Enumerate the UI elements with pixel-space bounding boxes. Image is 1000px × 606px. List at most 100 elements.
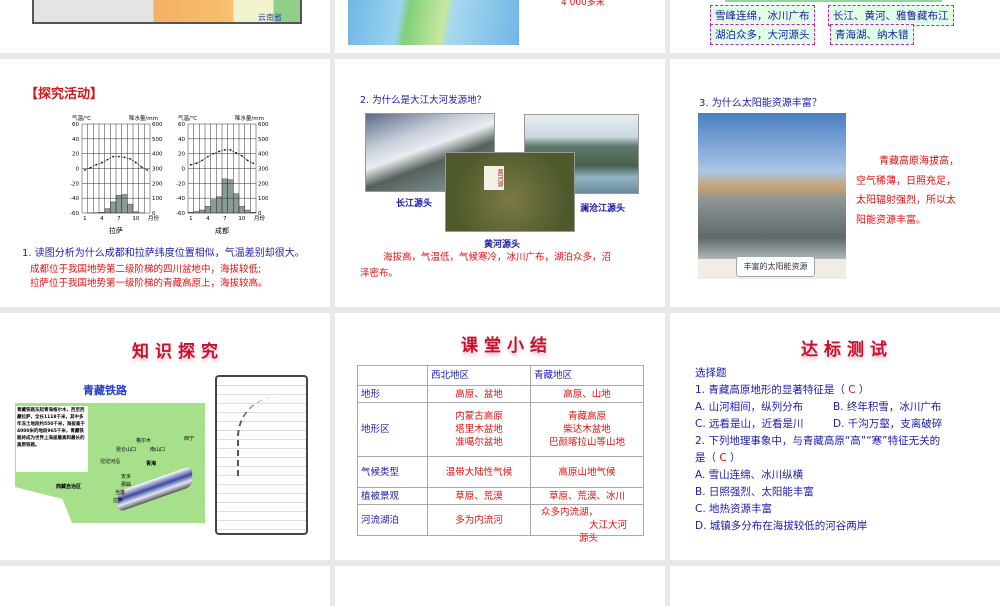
- cell-line: 青藏高原: [531, 410, 643, 423]
- question-text: 2. 为什么是大江大河发源地？: [360, 92, 486, 106]
- table-row: 地形区 内蒙古高原塔里木盆地准噶尔盆地 青藏高原柴达木盆地巴颜喀拉山等山地: [358, 403, 644, 457]
- precip-bar: [222, 179, 228, 213]
- feature-tag: 青海湖、纳木错: [830, 24, 914, 45]
- temp-tick-label: 60: [178, 122, 185, 128]
- slide-thumbnail-summary[interactable]: 课堂小结 西北地区青藏地区 地形高原、盆地高原、山地 地形区 内蒙古高原塔里木盆…: [335, 313, 665, 560]
- temperature-point: [213, 153, 215, 155]
- temperature-point: [112, 156, 114, 158]
- chart-title: 成都: [215, 226, 229, 235]
- place-label: 拉萨: [113, 497, 123, 504]
- temperature-point: [84, 169, 86, 171]
- temp-tick-label: 20: [72, 152, 79, 158]
- temperature-point: [241, 155, 243, 157]
- place-label: 青海: [146, 460, 156, 467]
- answer-line: 泽密布。: [360, 265, 398, 279]
- answer-line: 阳能资源丰富。: [856, 211, 926, 226]
- yellow-river-source-photo: 黄河源: [445, 152, 575, 232]
- precip-bar: [228, 180, 234, 213]
- temperature-point: [141, 166, 143, 168]
- temp-tick-label: -20: [176, 181, 185, 187]
- cell-line: 内蒙古高原: [428, 410, 530, 423]
- solar-panels-photo: 丰富的太阳能资源: [698, 113, 846, 279]
- feature-tag: 雪峰连绵，冰川广布: [710, 5, 815, 26]
- temp-tick-label: 0: [76, 167, 80, 173]
- question-text: 3. 为什么太阳能资源丰富？: [699, 94, 822, 109]
- cell: 多为内流河: [428, 505, 531, 536]
- temp-tick-label: 20: [178, 152, 185, 158]
- bracket: ）: [730, 452, 741, 464]
- row-label: 地形区: [358, 403, 428, 457]
- precip-tick-label: 600: [152, 122, 163, 128]
- question-1: 1. 青藏高原地形的显著特征是（ C ）: [695, 382, 942, 399]
- right-axis-label: 降水量/mm: [235, 114, 264, 122]
- precip-bar: [199, 210, 205, 213]
- cell: 众多内流湖，大江大河源头: [531, 505, 644, 536]
- answer-line: 海拔高，气温低，气候寒冷，冰川广布，湖泊众多，沼: [383, 249, 611, 263]
- precip-bar: [127, 204, 133, 213]
- answer-line: 成都位于我国地势第二级阶梯的四川盆地中，海拔较低;: [30, 261, 261, 275]
- slide-thumbnail-activity[interactable]: 【探究活动】 6060040500204000300-20200-40100-6…: [0, 59, 330, 307]
- precip-tick-label: 100: [258, 196, 269, 202]
- slide-title: 【探究活动】: [25, 83, 103, 102]
- option: C. 远看是山，近看是川: [695, 416, 833, 433]
- cell-line: 巴颜喀拉山等山地: [531, 436, 643, 449]
- precip-bar: [116, 195, 122, 213]
- month-tick-label: 10: [238, 216, 245, 222]
- temperature-point: [124, 156, 126, 158]
- cell: 温带大陆性气候: [428, 457, 531, 488]
- temperature-point: [118, 156, 120, 158]
- cell-line: 柴达木盆地: [531, 423, 643, 436]
- test-content: 选择题 1. 青藏高原地形的显著特征是（ C ） A. 山河相间，纵列分布B. …: [695, 365, 942, 535]
- x-axis-label: 月份: [254, 214, 266, 222]
- month-tick-label: 10: [132, 216, 139, 222]
- slide-thumbnail-railway[interactable]: 知识探究 青藏铁路 青藏铁路东起青海格尔木，西至西藏拉萨，全长1118千米，其中…: [0, 313, 330, 560]
- source-sign: 黄河源: [484, 166, 504, 190]
- feature-tag: 湖泊众多，大河源头: [710, 24, 815, 45]
- precip-tick-label: 200: [258, 181, 269, 187]
- slide-thumbnail-rivers[interactable]: 2. 为什么是大江大河发源地？ 黄河源 长江源头 澜沧江源头 黄河源头 海拔高，…: [335, 59, 665, 307]
- slide-thumbnail[interactable]: [0, 566, 330, 606]
- altitude-note: 4 000多米: [561, 0, 605, 8]
- temp-tick-label: 60: [72, 122, 79, 128]
- temperature-point: [196, 162, 198, 164]
- answer-line: 青藏高原海拔高，: [879, 152, 959, 167]
- topographic-map: [348, 0, 519, 45]
- temperature-point: [252, 162, 254, 164]
- option: A. 山河相间，纵列分布: [695, 399, 833, 416]
- slide-thumbnail-test[interactable]: 达标测试 选择题 1. 青藏高原地形的显著特征是（ C ） A. 山河相间，纵列…: [670, 313, 1000, 560]
- month-tick-label: 1: [189, 216, 193, 222]
- temperature-point: [129, 158, 131, 160]
- month-tick-label: 1: [83, 216, 87, 222]
- place-label: 安多: [121, 473, 131, 480]
- precip-bar: [233, 194, 239, 213]
- temp-tick-label: -40: [70, 196, 79, 202]
- question-text: 1. 青藏高原地形的显著特征是（: [695, 384, 845, 396]
- temperature-point: [235, 152, 237, 154]
- precip-bar: [211, 200, 217, 213]
- chart-title: 拉萨: [109, 226, 123, 235]
- slide-thumbnail[interactable]: [670, 566, 1000, 606]
- slide-thumbnail-topography[interactable]: 4 000多米: [335, 0, 665, 53]
- row-label: 植被景观: [358, 488, 428, 505]
- precip-tick-label: 100: [152, 196, 163, 202]
- slide-thumbnail-solar[interactable]: 3. 为什么太阳能资源丰富？ 丰富的太阳能资源 青藏高原海拔高， 空气稀薄，日照…: [670, 59, 1000, 307]
- caption-box: 丰富的太阳能资源: [736, 256, 815, 277]
- place-label: 昆仑山口: [116, 446, 136, 453]
- place-label: 南山口: [150, 446, 165, 453]
- option: B. 终年积雪，冰川广布: [833, 401, 941, 413]
- cell: 草原、荒漠、冰川: [531, 488, 644, 505]
- cell-line: 大江大河: [541, 519, 643, 532]
- slide-thumbnail[interactable]: [335, 566, 665, 606]
- month-tick-label: 4: [100, 216, 104, 222]
- place-label: 格尔木: [136, 437, 151, 444]
- green-bar: [725, 0, 942, 2]
- precip-bar: [216, 197, 222, 213]
- railway-description: 青藏铁路东起青海格尔木，西至西藏拉萨，全长1118千米，其中多年冻土地段约550…: [16, 406, 88, 472]
- cell: 内蒙古高原塔里木盆地准噶尔盆地: [428, 403, 531, 457]
- left-axis-label: 气温/℃: [72, 114, 91, 122]
- slide-thumbnail-features[interactable]: 雪峰连绵，冰川广布 长江、黄河、雅鲁藏布江 湖泊众多，大河源头 青海湖、纳木错: [670, 0, 1000, 53]
- temp-tick-label: -60: [176, 211, 185, 217]
- temperature-point: [101, 162, 103, 164]
- temperature-point: [146, 169, 148, 171]
- slide-thumbnail-map[interactable]: 云南省: [0, 0, 330, 53]
